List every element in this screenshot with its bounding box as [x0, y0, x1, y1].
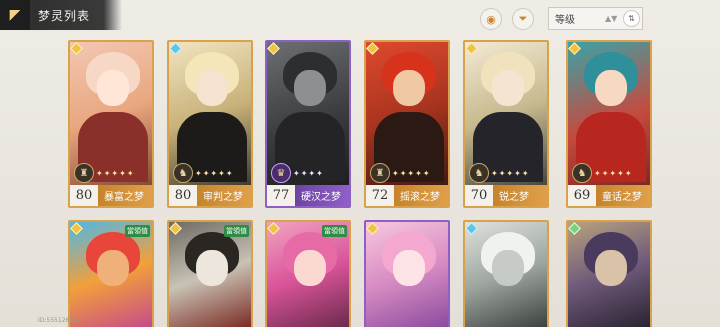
status-tag: 當領值 — [322, 225, 347, 237]
class-emblem-icon: ♞ — [469, 163, 489, 183]
back-logo-icon: ◤ — [9, 7, 21, 23]
class-emblem-icon: ♞ — [572, 163, 592, 183]
dream-card[interactable]: 當領值 — [265, 220, 351, 327]
card-info-bar: 72 摇滚之梦 — [366, 185, 448, 206]
card-name: 摇滚之梦 — [400, 192, 440, 203]
card-level: 80 — [169, 185, 197, 206]
card-info-bar: 80 审判之梦 — [169, 185, 251, 206]
sort-hint: ▲▼ — [605, 14, 618, 23]
card-name: 审判之梦 — [203, 192, 243, 203]
card-level: 72 — [366, 185, 394, 206]
card-name: 硬汉之梦 — [301, 192, 341, 203]
character-art — [169, 222, 251, 327]
status-tag: 當領值 — [224, 225, 249, 237]
star-rating: ✦✦✦✦✦ — [195, 169, 234, 178]
dream-card[interactable]: ♞ ✦✦✦✦✦ 80 审判之梦 — [167, 40, 253, 208]
star-rating: ✦✦✦✦✦ — [594, 169, 633, 178]
card-name: 童话之梦 — [602, 192, 642, 203]
status-tag: 當領值 — [125, 225, 150, 237]
card-level: 80 — [70, 185, 98, 206]
back-button[interactable]: ◤ — [0, 0, 30, 30]
star-rating: ✦✦✦✦✦ — [392, 169, 431, 178]
character-art — [568, 222, 650, 327]
class-emblem-icon: ♜ — [74, 163, 94, 183]
star-rating: ✦✦✦✦✦ — [96, 169, 135, 178]
card-name: 锐之梦 — [499, 192, 529, 203]
user-id: ID:555126942 — [38, 317, 81, 324]
class-emblem-icon: ♛ — [271, 163, 291, 183]
title-bar: ◤ 梦灵列表 — [0, 0, 122, 30]
filter-button[interactable]: ⏷ — [512, 8, 534, 30]
sort-dropdown[interactable]: 等级 ▲▼ ⇅ — [548, 7, 643, 30]
sort-order-button[interactable]: ⇅ — [623, 10, 640, 27]
star-rating: ✦✦✦✦ — [293, 169, 324, 178]
card-info-bar: 70 锐之梦 — [465, 185, 547, 206]
character-art — [366, 222, 448, 327]
dream-card[interactable]: 當領值 — [68, 220, 154, 327]
class-emblem-icon: ♜ — [370, 163, 390, 183]
dream-card[interactable] — [566, 220, 652, 327]
card-level: 70 — [465, 185, 493, 206]
dream-card[interactable]: ♛ ✦✦✦✦ 77 硬汉之梦 — [265, 40, 351, 208]
dream-card[interactable]: ♞ ✦✦✦✦✦ 70 锐之梦 — [463, 40, 549, 208]
dream-card[interactable] — [463, 220, 549, 327]
sort-label: 等级 — [555, 15, 575, 26]
star-rating: ✦✦✦✦✦ — [491, 169, 530, 178]
dream-card[interactable]: ♜ ✦✦✦✦✦ 80 暴富之梦 — [68, 40, 154, 208]
card-info-bar: 69 童话之梦 — [568, 185, 650, 206]
dream-card[interactable]: 當領值 — [167, 220, 253, 327]
dream-card[interactable]: ♞ ✦✦✦✦✦ 69 童话之梦 — [566, 40, 652, 208]
filter-icon: ⏷ — [518, 12, 528, 25]
card-level: 77 — [267, 185, 295, 206]
character-art — [267, 222, 349, 327]
character-art — [70, 222, 152, 327]
character-art — [465, 222, 547, 327]
record-icon: ◉ — [486, 12, 496, 26]
page-title: 梦灵列表 — [38, 8, 91, 23]
card-info-bar: 80 暴富之梦 — [70, 185, 152, 206]
record-filter-button[interactable]: ◉ — [480, 8, 502, 30]
card-info-bar: 77 硬汉之梦 — [267, 185, 349, 206]
sort-order-icon: ⇅ — [628, 14, 635, 23]
dream-card[interactable]: ♜ ✦✦✦✦✦ 72 摇滚之梦 — [364, 40, 450, 208]
class-emblem-icon: ♞ — [173, 163, 193, 183]
dream-card[interactable] — [364, 220, 450, 327]
card-level: 69 — [568, 185, 596, 206]
card-name: 暴富之梦 — [104, 192, 144, 203]
